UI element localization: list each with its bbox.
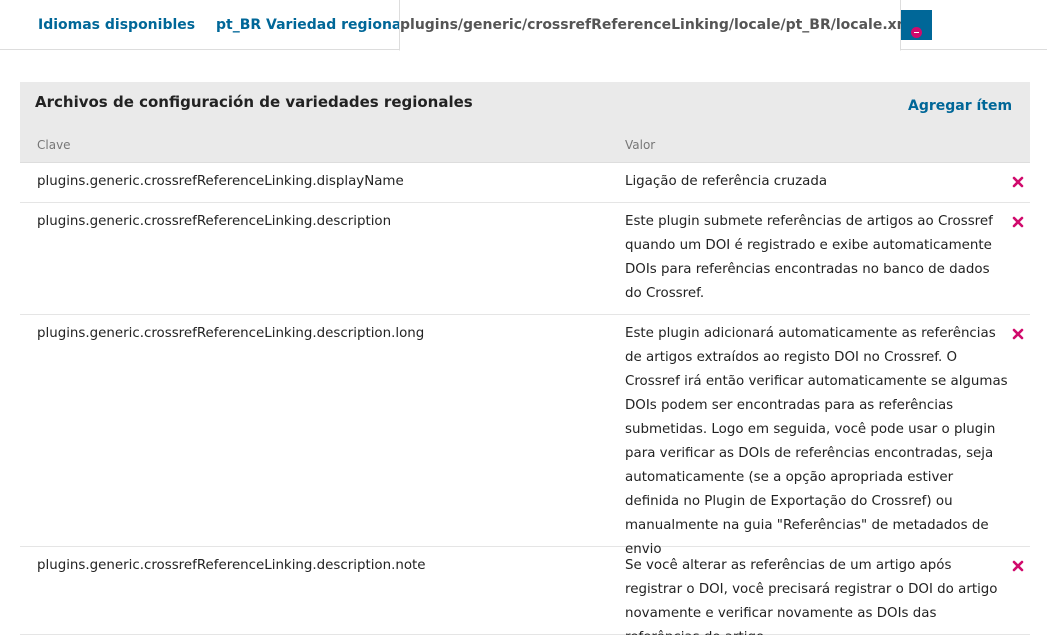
close-tab-button[interactable]: [901, 10, 932, 40]
table-row: plugins.generic.crossrefReferenceLinking…: [20, 315, 1030, 557]
minus-circle-icon: [911, 27, 922, 38]
entry-key[interactable]: plugins.generic.crossrefReferenceLinking…: [37, 554, 426, 578]
panel-header: Archivos de configuración de variedades …: [20, 82, 1030, 163]
table-row: plugins.generic.crossrefReferenceLinking…: [20, 163, 1030, 203]
panel-title: Archivos de configuración de variedades …: [35, 93, 473, 111]
delete-x-icon[interactable]: [1012, 176, 1024, 188]
delete-x-icon[interactable]: [1012, 216, 1024, 228]
delete-x-icon[interactable]: [1012, 328, 1024, 340]
entry-key[interactable]: plugins.generic.crossrefReferenceLinking…: [37, 210, 391, 234]
entry-key[interactable]: plugins.generic.crossrefReferenceLinking…: [37, 170, 404, 194]
tab-regional-variety[interactable]: pt_BR Variedad regional: [216, 0, 406, 50]
column-header-value: Valor: [625, 138, 656, 152]
entry-value[interactable]: Ligação de referência cruzada: [625, 170, 1009, 194]
tab-locale-file[interactable]: plugins/generic/crossrefReferenceLinking…: [399, 0, 916, 51]
entry-value[interactable]: Este plugin adicionará automaticamente a…: [625, 322, 1009, 562]
entry-value[interactable]: Se você alterar as referências de um art…: [625, 554, 1009, 635]
tab-bar: Idiomas disponibles pt_BR Variedad regio…: [0, 0, 1047, 51]
delete-x-icon[interactable]: [1012, 560, 1024, 572]
entry-value[interactable]: Este plugin submete referências de artig…: [625, 210, 1009, 306]
table-row: plugins.generic.crossrefReferenceLinking…: [20, 547, 1030, 635]
tab-available-languages[interactable]: Idiomas disponibles: [38, 0, 195, 50]
column-header-key: Clave: [37, 138, 71, 152]
locale-entries-list: plugins.generic.crossrefReferenceLinking…: [20, 163, 1030, 635]
add-item-button[interactable]: Agregar ítem: [908, 98, 1012, 114]
entry-key[interactable]: plugins.generic.crossrefReferenceLinking…: [37, 322, 424, 346]
table-row: plugins.generic.crossrefReferenceLinking…: [20, 203, 1030, 315]
